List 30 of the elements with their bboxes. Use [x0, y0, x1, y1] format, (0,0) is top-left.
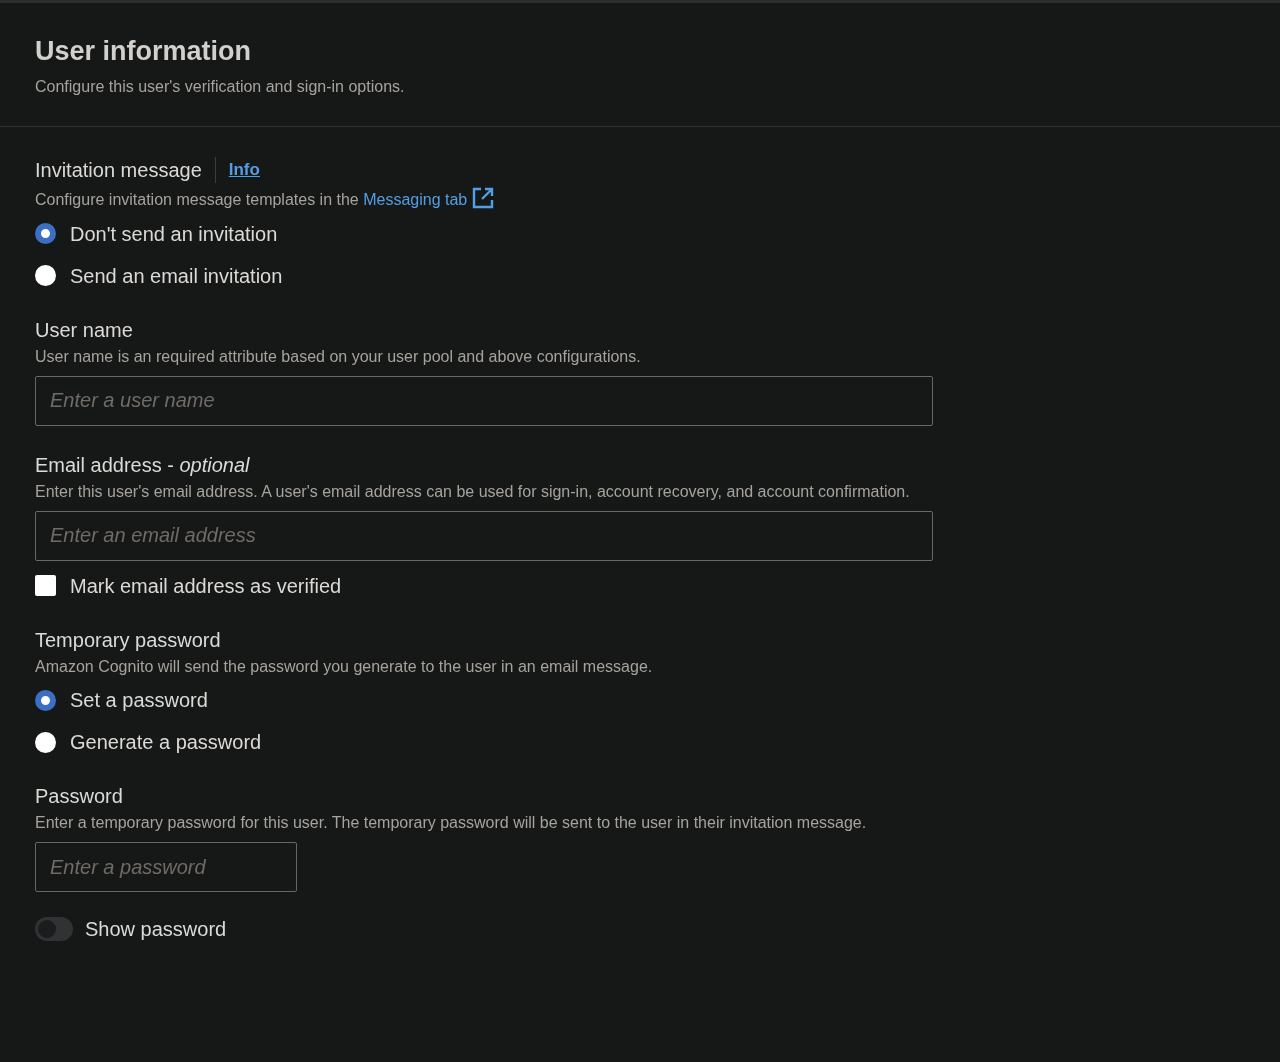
- info-link[interactable]: Info: [214, 157, 260, 183]
- option-label: Send an email invitation: [70, 264, 283, 289]
- field-label: Temporary password: [35, 627, 221, 653]
- field-label: Email address - optional: [35, 452, 250, 478]
- field-label: Invitation message: [35, 158, 202, 184]
- option-label: Set a password: [70, 688, 208, 714]
- field-description: Enter this user's email address. A user's email address can be used for sign-in, account recovery, and account confirmation.: [35, 481, 911, 502]
- section-title: User information: [35, 35, 253, 68]
- field-description: User name is an required attribute based on your user pool and above configurations.: [35, 347, 642, 367]
- toggle-switch[interactable]: [35, 917, 73, 942]
- radio-button[interactable]: [35, 731, 56, 753]
- checkbox[interactable]: [35, 575, 56, 597]
- field-label: User name: [35, 318, 133, 343]
- field-description: Enter a temporary password for this user. The temporary password will be sent to the user in their invitation message.: [35, 813, 868, 834]
- radio-button[interactable]: [35, 223, 56, 245]
- field-label: Password: [35, 784, 123, 810]
- radio-button[interactable]: [35, 689, 56, 711]
- field-description: Amazon Cognito will send the password you generate to the user in an email message.: [35, 656, 654, 677]
- option-label: Generate a password: [70, 730, 262, 756]
- checkbox-label: Mark email address as verified: [70, 573, 342, 599]
- section-description: Configure this user's verification and sign-in options.: [35, 77, 406, 98]
- radio-button[interactable]: [35, 265, 56, 287]
- toggle-label: Show password: [85, 917, 227, 943]
- input-field[interactable]: Enter a user name: [35, 375, 933, 426]
- input-field[interactable]: Enter an email address: [35, 510, 933, 561]
- input-field[interactable]: Enter a password: [35, 842, 297, 893]
- messaging-tab-link[interactable]: Messaging tab: [363, 191, 494, 209]
- external-link-icon: [471, 187, 494, 210]
- field-description: Configure invitation message templates in the Messaging tab: [35, 187, 1245, 211]
- option-label: Don't send an invitation: [70, 222, 278, 247]
